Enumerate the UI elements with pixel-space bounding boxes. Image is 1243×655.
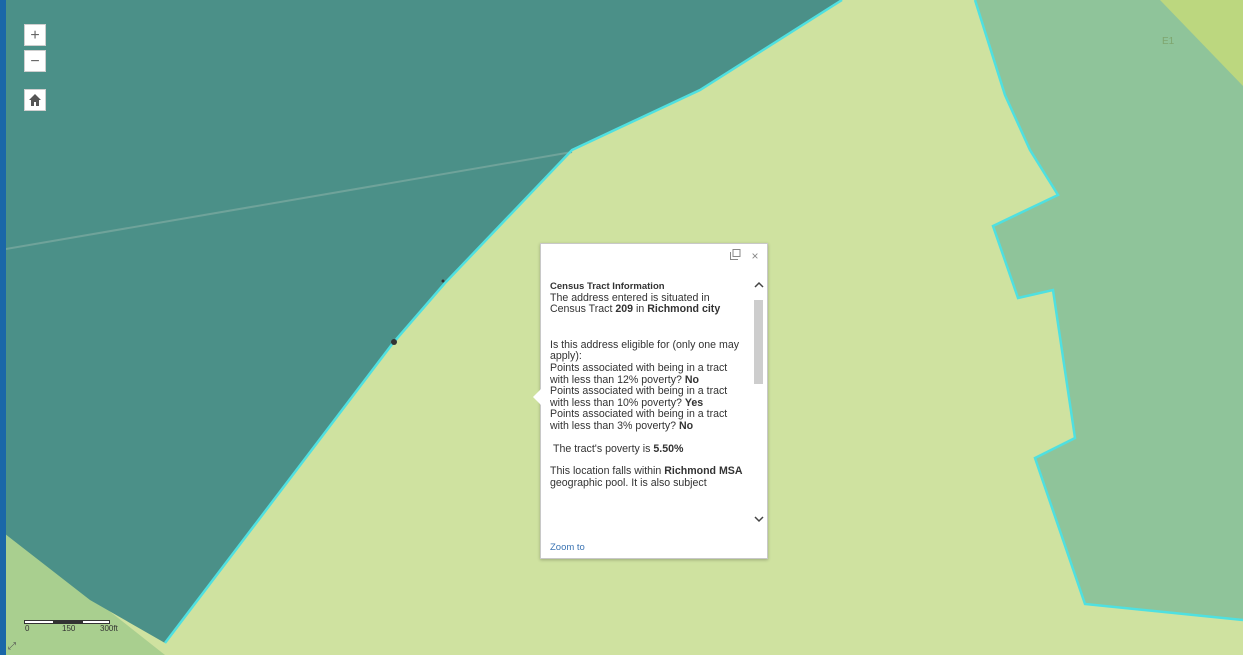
- poverty-label: The tract's poverty is: [553, 442, 651, 455]
- maximize-icon[interactable]: [728, 249, 742, 263]
- msa-post: geographic pool. It is also subject: [550, 476, 707, 489]
- popup-pointer: [533, 389, 541, 405]
- close-icon[interactable]: ×: [748, 249, 762, 263]
- msa-text: This location falls within Richmond MSA …: [550, 465, 748, 489]
- map-tile-label: E1: [1162, 36, 1175, 47]
- scroll-down-icon[interactable]: [752, 514, 765, 527]
- eligibility-item: Points associated with being in a tract …: [550, 409, 748, 432]
- scale-label: 150: [62, 624, 76, 633]
- location-marker[interactable]: [391, 339, 397, 345]
- eligibility-question: Is this address eligible for (only one m…: [550, 338, 740, 363]
- home-button[interactable]: [24, 89, 46, 111]
- eligibility-item: Points associated with being in a tract …: [550, 361, 748, 386]
- address-tract-text: The address entered is situated in Censu…: [550, 292, 748, 316]
- popup-scrollbar[interactable]: [752, 280, 765, 534]
- scale-label: 300ft: [100, 624, 118, 633]
- expand-icon[interactable]: ⤢: [8, 641, 16, 652]
- msa-pre: This location falls within: [550, 465, 662, 478]
- scale-bar: 0 150 300ft: [24, 617, 134, 633]
- poverty-value: 5.50%: [653, 442, 684, 455]
- maximize-glyph: [729, 249, 740, 260]
- msa-name: Richmond MSA: [664, 465, 743, 478]
- zoom-out-button[interactable]: −: [24, 50, 46, 72]
- city-name: Richmond city: [647, 303, 721, 316]
- scale-label: 0: [25, 624, 30, 633]
- popup-content: Census Tract Information The address ent…: [550, 281, 748, 538]
- eligibility-item-answer: No: [684, 373, 699, 386]
- home-icon: [29, 94, 41, 106]
- zoom-in-button[interactable]: +: [24, 24, 46, 46]
- eligibility-item-text: Points associated with being in a tract …: [550, 361, 728, 386]
- tract-number: 209: [615, 303, 634, 316]
- zoom-to-link[interactable]: Zoom to: [550, 542, 585, 553]
- census-tract-popup: × Census Tract Information The address e…: [533, 243, 768, 559]
- eligibility-item: Points associated with being in a tract …: [550, 385, 748, 409]
- chevron-down-icon: [753, 516, 764, 523]
- popup-header: ×: [541, 244, 767, 270]
- chevron-up-icon: [753, 281, 764, 288]
- scroll-thumb[interactable]: [754, 300, 763, 384]
- poverty-text: The tract's poverty is 5.50%: [550, 442, 748, 456]
- tract-in: in: [636, 303, 645, 316]
- eligibility-item-answer: No: [678, 419, 694, 432]
- eligibility-item-text: Points associated with being in a tract …: [550, 408, 728, 432]
- location-marker-secondary[interactable]: [441, 279, 445, 283]
- left-edge-strip: [0, 0, 6, 655]
- eligibility-item-answer: Yes: [684, 396, 704, 409]
- scroll-up-icon[interactable]: [752, 280, 765, 293]
